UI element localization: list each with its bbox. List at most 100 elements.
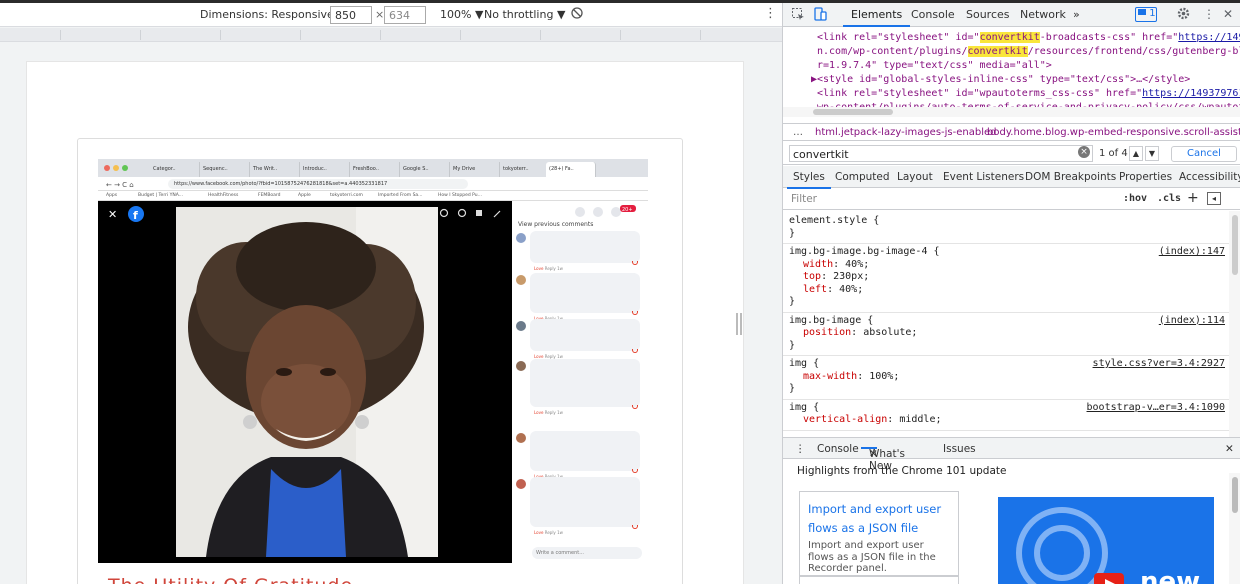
height-input[interactable]: 634 bbox=[384, 6, 426, 24]
maximize-dot-icon bbox=[122, 165, 128, 171]
dom-node-line[interactable]: <link rel="stylesheet" id="wpautoterms_c… bbox=[817, 87, 1240, 101]
tab-styles[interactable]: Styles bbox=[787, 171, 831, 189]
scroll-thumb[interactable] bbox=[813, 109, 893, 115]
css-declaration[interactable]: top: 230px; bbox=[789, 271, 1223, 284]
class-toggle[interactable]: .cls bbox=[1157, 193, 1181, 204]
breadcrumb-body[interactable]: body.home.blog.wp-embed-responsive.scrol… bbox=[987, 127, 1240, 138]
gear-icon[interactable] bbox=[1177, 7, 1190, 23]
devtools-main-toolbar: Elements Console Sources Network » 1 ⋮ ✕ bbox=[783, 3, 1240, 27]
browser-address-bar: ← → C ⌂ https://www.facebook.com/photo/?… bbox=[98, 177, 648, 191]
whats-new-card[interactable]: Import and export user flows as a JSON f… bbox=[799, 491, 959, 577]
more-tabs-icon[interactable]: » bbox=[1073, 8, 1080, 21]
avatar bbox=[516, 361, 526, 371]
drawer-tab-console[interactable]: Console bbox=[817, 443, 859, 455]
dom-node-line[interactable]: <link rel="stylesheet" id="convertkit-br… bbox=[817, 31, 1240, 45]
browser-tab-strip: Categor.. Sequenc.. The Writ.. Introduc.… bbox=[98, 159, 648, 177]
rotate-icon[interactable] bbox=[570, 6, 584, 24]
css-rule[interactable]: img.bg-image.bg-image-4 {(index):147 widt… bbox=[783, 244, 1229, 313]
dimensions-dropdown[interactable]: Dimensions: Responsive ▼ bbox=[200, 8, 346, 21]
close-icon[interactable]: ✕ bbox=[1223, 7, 1233, 21]
issues-badge[interactable]: 1 bbox=[1135, 7, 1157, 22]
tab-dom-breakpoints[interactable]: DOM Breakpoints bbox=[1025, 171, 1116, 183]
resource-link[interactable]: https://149379761.v2.p bbox=[1142, 88, 1240, 99]
css-source-link[interactable]: style.css?ver=3.4:2927 bbox=[1093, 358, 1225, 371]
close-tab-icon[interactable]: ✕ bbox=[869, 448, 878, 460]
breadcrumb-ellipsis[interactable]: … bbox=[793, 127, 803, 138]
css-selector[interactable]: element.style { bbox=[789, 215, 1223, 228]
drawer-tabbar: ⋮ Console What's New ✕ Issues ✕ bbox=[783, 437, 1240, 472]
whats-new-card-title[interactable]: Import and export user flows as a JSON f… bbox=[808, 500, 950, 538]
dom-node-line[interactable]: n.com/wp-content/plugins/convertkit/reso… bbox=[817, 45, 1240, 59]
css-rule[interactable]: img {bootstrap-v…er=3.4:1090 vertical-ali… bbox=[783, 400, 1229, 431]
filter-input[interactable]: Filter bbox=[791, 193, 817, 205]
css-declaration[interactable]: max-width: 100%; bbox=[789, 371, 1223, 384]
tab-elements[interactable]: Elements bbox=[842, 8, 911, 27]
reaction-icon bbox=[632, 525, 638, 529]
cancel-search-button[interactable]: Cancel bbox=[1171, 146, 1237, 162]
resize-handle[interactable] bbox=[736, 313, 742, 335]
zoom-dropdown[interactable]: 100% ▼ bbox=[440, 8, 483, 21]
css-declaration[interactable]: left: 40%; bbox=[789, 284, 1223, 297]
browser-tab: Google S.. bbox=[400, 162, 450, 177]
comment-bubble bbox=[530, 273, 640, 313]
zoom-tag-icons bbox=[439, 208, 501, 218]
avatar bbox=[516, 321, 526, 331]
drawer-scrollbar[interactable] bbox=[1229, 473, 1240, 584]
more-options-icon[interactable]: ⋮ bbox=[764, 6, 777, 21]
drawer-menu-icon[interactable]: ⋮ bbox=[795, 443, 806, 455]
horizontal-scrollbar[interactable] bbox=[783, 107, 1240, 117]
width-input[interactable]: 850 bbox=[330, 6, 372, 24]
close-drawer-icon[interactable]: ✕ bbox=[1225, 443, 1234, 455]
throttling-dropdown[interactable]: No throttling ▼ bbox=[484, 8, 565, 21]
search-input[interactable]: convertkit bbox=[789, 145, 1093, 162]
youtube-play-icon[interactable] bbox=[1094, 573, 1124, 584]
add-rule-icon[interactable]: + bbox=[1187, 190, 1199, 206]
css-rule[interactable]: element.style {} bbox=[783, 213, 1229, 244]
reaction-icon bbox=[632, 311, 638, 315]
inspect-element-icon[interactable] bbox=[791, 7, 805, 24]
comment-actions: Love Reply 1w bbox=[534, 410, 563, 415]
video-new-label: new bbox=[1140, 567, 1201, 584]
css-declaration[interactable]: vertical-align: middle; bbox=[789, 414, 1223, 427]
tab-computed[interactable]: Computed bbox=[835, 171, 890, 183]
breadcrumb-html[interactable]: html.jetpack-lazy-images-js-enabled bbox=[815, 127, 997, 138]
tab-event-listeners[interactable]: Event Listeners bbox=[943, 171, 1024, 183]
media-query-ruler[interactable] bbox=[0, 28, 782, 42]
hover-state-toggle[interactable]: :hov bbox=[1123, 193, 1147, 204]
post-title[interactable]: The Utility Of Gratitude bbox=[108, 575, 353, 584]
css-source-link[interactable]: bootstrap-v…er=3.4:1090 bbox=[1087, 402, 1225, 415]
styles-filter-bar: Filter :hov .cls + ◂ bbox=[783, 188, 1240, 210]
tab-sources[interactable]: Sources bbox=[966, 8, 1010, 21]
device-toggle-icon[interactable] bbox=[813, 7, 827, 24]
dom-node-line[interactable]: ▶<style id="global-styles-inline-css" ty… bbox=[811, 73, 1190, 87]
css-declaration[interactable]: width: 40%; bbox=[789, 259, 1223, 272]
tab-properties[interactable]: Properties bbox=[1119, 171, 1172, 183]
css-declaration[interactable]: position: absolute; bbox=[789, 327, 1223, 340]
css-rule[interactable]: img.bg-image {(index):114 position: absol… bbox=[783, 313, 1229, 356]
tab-console[interactable]: Console bbox=[911, 8, 955, 21]
clear-search-icon[interactable]: × bbox=[1078, 146, 1090, 158]
kebab-menu-icon[interactable]: ⋮ bbox=[1203, 7, 1215, 21]
css-source-link[interactable]: (index):114 bbox=[1159, 315, 1225, 328]
write-comment-field: Write a comment... bbox=[532, 547, 642, 559]
nav-buttons-icon: ← → C ⌂ bbox=[106, 181, 134, 189]
resource-link[interactable]: https://14937976 bbox=[1178, 32, 1240, 43]
css-rule[interactable]: img {style.css?ver=3.4:2927 max-width: 10… bbox=[783, 356, 1229, 400]
tab-layout[interactable]: Layout bbox=[897, 171, 933, 183]
scroll-thumb[interactable] bbox=[1232, 477, 1238, 513]
whats-new-card-next[interactable] bbox=[799, 575, 959, 584]
tab-network[interactable]: Network bbox=[1020, 8, 1066, 21]
dom-node-line[interactable]: r=1.9.7.4" type="text/css" media="all"> bbox=[817, 59, 1052, 73]
drawer-tab-issues[interactable]: Issues bbox=[943, 443, 976, 455]
tab-accessibility[interactable]: Accessibility bbox=[1179, 171, 1240, 183]
scroll-thumb[interactable] bbox=[1232, 215, 1238, 275]
styles-scrollbar[interactable] bbox=[1229, 211, 1240, 437]
css-source-link[interactable]: (index):147 bbox=[1159, 246, 1225, 259]
sidebar-toggle-icon[interactable]: ◂ bbox=[1207, 192, 1221, 205]
search-prev-icon[interactable]: ▲ bbox=[1129, 146, 1143, 161]
whats-new-heading: Highlights from the Chrome 101 update bbox=[797, 465, 1007, 477]
comment-actions: Love Reply 1w bbox=[534, 530, 563, 535]
avatar bbox=[516, 275, 526, 285]
search-next-icon[interactable]: ▼ bbox=[1145, 146, 1159, 161]
whats-new-video-thumbnail[interactable]: new bbox=[998, 497, 1214, 584]
